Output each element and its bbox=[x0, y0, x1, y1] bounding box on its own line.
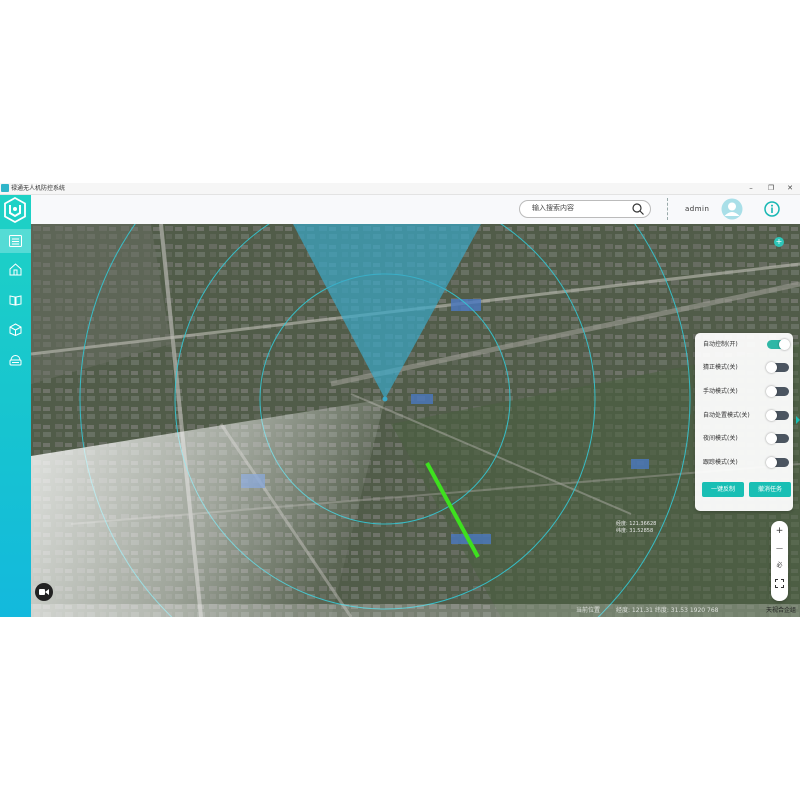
window-title: 禄通无人机防控系统 bbox=[11, 185, 66, 192]
toggle-knob bbox=[766, 410, 777, 421]
app-window: 禄通无人机防控系统 – ❐ ✕ 输入搜索内容 admin 经度: 121.366… bbox=[0, 183, 800, 617]
toggle-knob bbox=[766, 433, 777, 444]
app-icon bbox=[1, 184, 9, 192]
video-camera-icon bbox=[39, 589, 49, 595]
zoom-out-button[interactable]: — bbox=[771, 542, 788, 554]
mode-label: 猜正模式(关) bbox=[703, 364, 738, 371]
sidebar-item-device[interactable] bbox=[8, 352, 23, 367]
sidebar-item-cube[interactable] bbox=[8, 322, 23, 337]
header-divider bbox=[667, 198, 668, 220]
zoom-level-label: 必 bbox=[776, 562, 783, 569]
avatar[interactable] bbox=[721, 198, 743, 220]
home-shield-icon bbox=[9, 263, 22, 276]
list-icon bbox=[9, 235, 22, 247]
status-coordinates: 经度: 121.31 纬度: 31.53 1920 768 bbox=[616, 607, 719, 614]
one-click-counter-button[interactable]: 一键反制 bbox=[702, 482, 744, 497]
zoom-in-button[interactable]: + bbox=[771, 525, 788, 537]
sidebar bbox=[0, 195, 31, 617]
manual-mode-toggle[interactable] bbox=[766, 386, 789, 397]
sidebar-item-book[interactable] bbox=[8, 292, 23, 307]
info-icon[interactable] bbox=[764, 201, 780, 217]
zoom-control: + — 必 bbox=[771, 521, 788, 601]
mode-label: 跟踪模式(关) bbox=[703, 459, 738, 466]
status-position: 当前位置 bbox=[576, 607, 601, 614]
book-icon bbox=[9, 294, 22, 306]
toggle-knob bbox=[766, 457, 777, 468]
mode-control-panel: 自动控制(开) 猜正模式(关) 手动模式(关) 自动处置模式(关) 夜间模式(关… bbox=[695, 333, 793, 511]
mode-row-tracking: 跟踪模式(关) bbox=[703, 457, 789, 469]
mode-row-auto-control: 自动控制(开) bbox=[703, 339, 790, 351]
map-copyright: 天视合企组 bbox=[765, 607, 796, 614]
status-bar: 当前位置 经度: 121.31 纬度: 31.53 1920 768 天视合企组 bbox=[31, 604, 800, 617]
sidebar-item-home[interactable] bbox=[8, 262, 23, 277]
satellite-map[interactable]: 经度: 121.36628 纬度: 31.52858 + 当前位置 经度: 12… bbox=[31, 224, 800, 617]
toggle-knob bbox=[766, 362, 777, 373]
header: admin bbox=[31, 195, 800, 224]
username-label: admin bbox=[685, 205, 710, 213]
auto-dispose-mode-toggle[interactable] bbox=[766, 410, 789, 421]
title-bar: 禄通无人机防控系统 – ❐ ✕ bbox=[0, 183, 800, 195]
fullscreen-icon bbox=[775, 579, 784, 588]
night-mode-toggle[interactable] bbox=[766, 433, 789, 444]
map-canvas bbox=[31, 224, 800, 617]
withdraw-task-button[interactable]: 撤消任务 bbox=[749, 482, 791, 497]
mode-row-manual: 手动模式(关) bbox=[703, 386, 789, 398]
tracking-mode-toggle[interactable] bbox=[766, 457, 789, 468]
mode-row-correction: 猜正模式(关) bbox=[703, 362, 789, 374]
panel-collapse-icon[interactable] bbox=[796, 416, 800, 424]
search-input[interactable] bbox=[532, 202, 627, 214]
close-button[interactable]: ✕ bbox=[781, 183, 799, 194]
track-readout-lat: 纬度: 31.52858 bbox=[616, 528, 654, 534]
track-readout-lon: 经度: 121.36628 bbox=[616, 521, 657, 527]
auto-control-toggle[interactable] bbox=[767, 339, 790, 350]
logo-icon bbox=[4, 197, 26, 223]
video-camera-button[interactable] bbox=[35, 583, 53, 601]
device-icon bbox=[9, 355, 22, 366]
minimize-button[interactable]: – bbox=[742, 183, 760, 194]
toggle-knob bbox=[766, 386, 777, 397]
mode-row-night: 夜间模式(关) bbox=[703, 433, 789, 445]
search-box[interactable] bbox=[519, 200, 651, 218]
correction-mode-toggle[interactable] bbox=[766, 362, 789, 373]
mode-label: 自动控制(开) bbox=[703, 341, 738, 348]
search-icon[interactable] bbox=[632, 203, 644, 215]
mode-row-auto-dispose: 自动处置模式(关) bbox=[703, 410, 789, 422]
mode-label: 自动处置模式(关) bbox=[703, 412, 750, 419]
mode-label: 手动模式(关) bbox=[703, 388, 738, 395]
mode-label: 夜间模式(关) bbox=[703, 435, 738, 442]
fullscreen-button[interactable] bbox=[771, 579, 788, 592]
cube-icon bbox=[9, 323, 22, 336]
toggle-knob bbox=[779, 339, 790, 350]
sidebar-item-list[interactable] bbox=[0, 229, 31, 253]
maximize-button[interactable]: ❐ bbox=[762, 183, 780, 194]
add-layer-button[interactable]: + bbox=[774, 237, 784, 247]
